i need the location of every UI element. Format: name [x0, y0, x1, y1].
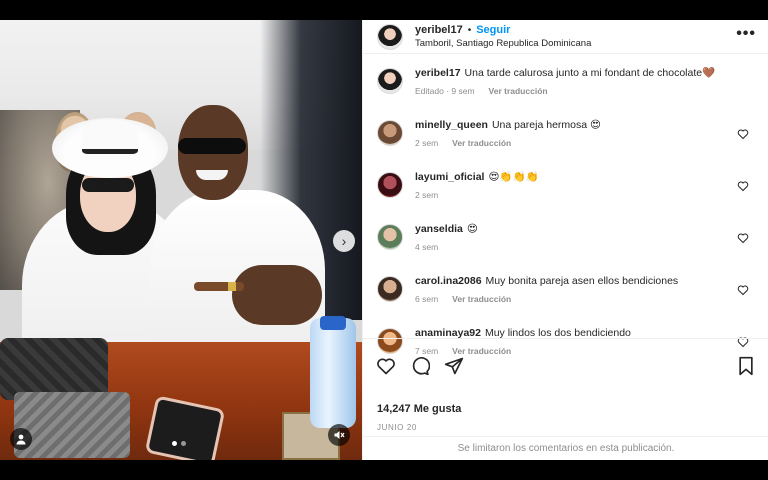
mute-button[interactable] — [328, 424, 350, 446]
likes-count[interactable]: 14,247 Me gusta — [377, 403, 461, 415]
comment-item: layumi_oficial 😍👏👏👏 2 sem — [377, 170, 757, 200]
commenter-avatar[interactable] — [377, 172, 403, 198]
send-icon — [444, 357, 464, 375]
author-username[interactable]: yeribel17 — [415, 24, 463, 36]
carousel-indicator — [172, 441, 186, 446]
save-button[interactable] — [735, 355, 757, 377]
post-modal: › yeribel17 • Seguir Tamboril, Santiago … — [0, 20, 768, 460]
share-button[interactable] — [443, 355, 465, 377]
heart-icon — [377, 358, 395, 375]
author-avatar[interactable] — [377, 68, 403, 94]
post-details-panel: yeribel17 • Seguir Tamboril, Santiago Re… — [362, 20, 768, 460]
comment-item: yanseldia 😍 4 sem — [377, 222, 757, 252]
comment-button[interactable] — [409, 355, 431, 377]
caption-username[interactable]: yeribel17 — [415, 67, 461, 79]
caption: yeribel17 Una tarde calurosa junto a mi f… — [377, 66, 757, 96]
commenter-avatar[interactable] — [377, 224, 403, 250]
header-separator: • — [467, 24, 472, 36]
commenter-avatar[interactable] — [377, 120, 403, 146]
comment-username[interactable]: minelly_queen — [415, 119, 488, 131]
comment-item: minelly_queen Una pareja hermosa 😍 2 sem … — [377, 118, 757, 148]
comments-list[interactable]: yeribel17 Una tarde calurosa junto a mi f… — [363, 55, 768, 355]
post-location[interactable]: Tamboril, Santiago Republica Dominicana — [415, 38, 736, 49]
like-comment-heart-icon[interactable] — [737, 232, 749, 244]
post-actions — [363, 353, 768, 379]
comment-text: 😍👏👏👏 — [488, 171, 539, 183]
comment-text: 😍 — [466, 223, 478, 235]
like-comment-heart-icon[interactable] — [737, 180, 749, 192]
comment-username[interactable]: layumi_oficial — [415, 171, 484, 183]
like-comment-heart-icon[interactable] — [737, 128, 749, 140]
comment-text: Muy bonita pareja asen ellos bendiciones — [485, 275, 679, 287]
comment-text: Una pareja hermosa 😍 — [491, 119, 601, 131]
comment-translate-link[interactable]: Ver traducción — [452, 294, 511, 304]
caption-edited: Editado · 9 sem — [415, 86, 475, 96]
more-options-button[interactable]: ••• — [736, 25, 756, 43]
carousel-dot-active — [172, 441, 177, 446]
follow-button[interactable]: Seguir — [476, 24, 510, 36]
caption-text: Una tarde calurosa junto a mi fondant de… — [464, 67, 716, 79]
user-icon — [16, 434, 26, 445]
comment-time: 2 sem — [415, 138, 439, 148]
carousel-dot — [181, 441, 186, 446]
post-media[interactable]: › — [0, 20, 362, 460]
commenter-avatar[interactable] — [377, 276, 403, 302]
like-comment-heart-icon[interactable] — [737, 284, 749, 296]
comment-username[interactable]: carol.ina2086 — [415, 275, 482, 287]
post-header: yeribel17 • Seguir Tamboril, Santiago Re… — [363, 20, 768, 54]
bookmark-icon — [739, 356, 753, 376]
actions-divider — [363, 338, 768, 339]
comment-username[interactable]: yanseldia — [415, 223, 463, 235]
like-button[interactable] — [375, 355, 397, 377]
carousel-next-button[interactable]: › — [333, 230, 355, 252]
commenter-avatar[interactable] — [377, 328, 403, 354]
post-date: JUNIO 20 — [377, 423, 417, 432]
comment-icon — [412, 357, 430, 376]
comment-item: anaminaya92 Muy lindos los dos bendiciend… — [377, 326, 757, 355]
speaker-muted-icon — [334, 431, 345, 439]
comment-item: carol.ina2086 Muy bonita pareja asen ello… — [377, 274, 757, 304]
caption-translate-link[interactable]: Ver traducción — [489, 86, 548, 96]
comment-time: 6 sem — [415, 294, 439, 304]
post-photo — [0, 20, 362, 460]
comment-time: 2 sem — [415, 190, 439, 200]
tagged-users-button[interactable] — [10, 428, 32, 450]
comments-limited-notice: Se limitaron los comentarios en esta pub… — [363, 436, 768, 460]
comment-time: 4 sem — [415, 242, 439, 252]
comment-translate-link[interactable]: Ver traducción — [452, 138, 511, 148]
author-avatar[interactable] — [377, 23, 403, 50]
